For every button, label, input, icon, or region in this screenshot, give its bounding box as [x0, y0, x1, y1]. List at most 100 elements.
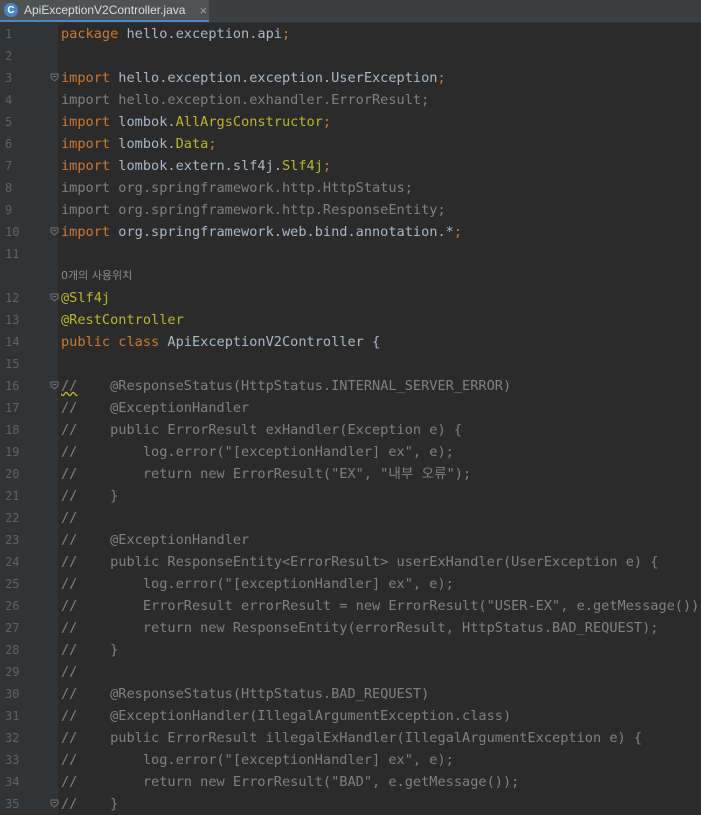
line-number: 5 — [5, 115, 13, 129]
code-line: 11 — [0, 243, 701, 265]
code-token: // return new ResponseEntity(errorResult… — [61, 620, 659, 636]
code-token: // @ExceptionHandler(IllegalArgumentExce… — [61, 708, 512, 724]
code-token: AllArgsConstructor — [175, 114, 323, 130]
code-line: 19 // log.error("[exceptionHandler] ex", … — [0, 441, 701, 463]
code-line: 24 // public ResponseEntity<ErrorResult> … — [0, 551, 701, 573]
code-line: 33 // log.error("[exceptionHandler] ex", … — [0, 749, 701, 771]
line-number: 26 — [5, 599, 20, 613]
code-token: ; — [208, 136, 217, 152]
code-line: 8 import org.springframework.http.HttpSta… — [0, 177, 701, 199]
code-token: lombok.extern.slf4j. — [110, 158, 282, 174]
line-code-text: // return new ErrorResult("EX", "내부 오류")… — [61, 463, 471, 485]
code-token: // log.error("[exceptionHandler] ex", e)… — [61, 576, 454, 592]
java-class-icon: C — [4, 3, 18, 17]
line-number: 8 — [5, 181, 13, 195]
code-line: 21 // } — [0, 485, 701, 507]
line-number: 20 — [5, 467, 20, 481]
line-code-text: import lombok.AllArgsConstructor; — [61, 111, 331, 133]
line-code-text: package hello.exception.api; — [61, 23, 290, 45]
code-line: 1 package hello.exception.api; — [0, 23, 701, 45]
code-line: 18 // public ErrorResult exHandler(Except… — [0, 419, 701, 441]
code-line: 7 import lombok.extern.slf4j.Slf4j; — [0, 155, 701, 177]
editor-tab[interactable]: C ApiExceptionV2Controller.java × — [0, 0, 209, 22]
code-token: import — [61, 114, 111, 130]
line-code-text: // return new ErrorResult("BAD", e.getMe… — [61, 771, 519, 793]
line-number: 21 — [5, 489, 20, 503]
line-code-text: import hello.exception.exhandler.ErrorRe… — [61, 89, 429, 111]
code-token: // return new ErrorResult("EX", "내부 오류")… — [61, 466, 472, 482]
code-token: // } — [61, 488, 119, 504]
code-token: public class — [61, 334, 160, 350]
line-code-text: public class ApiExceptionV2Controller { — [61, 331, 380, 353]
line-code-text: // @ExceptionHandler — [61, 397, 249, 419]
line-number: 6 — [5, 137, 13, 151]
code-line: 26 // ErrorResult errorResult = new Error… — [0, 595, 701, 617]
code-line: 10 import org.springframework.web.bind.an… — [0, 221, 701, 243]
line-number: 31 — [5, 709, 20, 723]
line-number: 18 — [5, 423, 20, 437]
close-icon[interactable]: × — [199, 3, 207, 18]
line-number: 25 — [5, 577, 20, 591]
code-token: @RestController — [61, 312, 184, 328]
line-number: 4 — [5, 93, 13, 107]
line-number: 9 — [5, 203, 13, 217]
line-number: 29 — [5, 665, 20, 679]
code-line: 23 // @ExceptionHandler — [0, 529, 701, 551]
line-number: 17 — [5, 401, 20, 415]
code-line: 35 // } — [0, 793, 701, 815]
line-number: 32 — [5, 731, 20, 745]
code-line: 17 // @ExceptionHandler — [0, 397, 701, 419]
line-number: 33 — [5, 753, 20, 767]
line-code-text: // } — [61, 793, 118, 815]
code-line: 32 // public ErrorResult illegalExHandler… — [0, 727, 701, 749]
fold-marker-icon[interactable] — [50, 799, 59, 808]
line-number: 23 — [5, 533, 20, 547]
code-line: 14 public class ApiExceptionV2Controller … — [0, 331, 701, 353]
code-token: // @ExceptionHandler — [61, 532, 250, 548]
fold-marker-icon[interactable] — [50, 73, 59, 82]
code-token: import — [61, 158, 111, 174]
code-editor[interactable]: 1 package hello.exception.api; 2 3 import he… — [0, 23, 701, 814]
code-token: import — [61, 70, 111, 86]
code-token: hello.exception.api — [118, 26, 282, 42]
code-token: // @ExceptionHandler — [61, 400, 250, 416]
code-token: import org.springframework.http.HttpStat… — [61, 180, 413, 196]
usage-inlay-hint[interactable]: 0개의 사용위치 — [0, 265, 701, 287]
line-code-text: import hello.exception.exception.UserExc… — [61, 67, 446, 89]
line-number: 10 — [5, 225, 20, 239]
code-token: @ResponseStatus(HttpStatus.INTERNAL_SERV… — [77, 378, 512, 394]
line-number: 27 — [5, 621, 20, 635]
code-area[interactable]: 1 package hello.exception.api; 2 3 import he… — [0, 23, 701, 815]
line-code-text: // return new ResponseEntity(errorResult… — [61, 617, 658, 639]
line-code-text: // — [61, 507, 77, 529]
code-token: // public ResponseEntity<ErrorResult> us… — [61, 554, 659, 570]
line-code-text: // ErrorResult errorResult = new ErrorRe… — [61, 595, 701, 617]
code-token: lombok. — [110, 136, 176, 152]
tab-file-name: ApiExceptionV2Controller.java — [24, 3, 186, 17]
line-number: 7 — [5, 159, 13, 173]
code-token: @Slf4j — [61, 290, 111, 306]
code-token: // — [61, 378, 78, 394]
line-number: 35 — [5, 797, 20, 811]
code-token: // public ErrorResult illegalExHandler(I… — [61, 730, 643, 746]
line-number: 24 — [5, 555, 20, 569]
code-line: 28 // } — [0, 639, 701, 661]
fold-marker-icon[interactable] — [50, 381, 59, 390]
code-token: ; — [281, 26, 291, 42]
code-token: // — [61, 510, 78, 526]
line-number: 13 — [5, 313, 20, 327]
line-code-text: // public ResponseEntity<ErrorResult> us… — [61, 551, 658, 573]
code-token: hello.exception.exception.UserException — [110, 70, 438, 86]
code-line: 6 import lombok.Data; — [0, 133, 701, 155]
line-code-text: // log.error("[exceptionHandler] ex", e)… — [61, 749, 454, 771]
code-token: // log.error("[exceptionHandler] ex", e)… — [61, 752, 454, 768]
code-token: // public ErrorResult exHandler(Exceptio… — [61, 422, 463, 438]
usage-count-hint[interactable]: 0개의 사용위치 — [61, 265, 132, 287]
fold-marker-icon[interactable] — [50, 227, 59, 236]
code-token: ; — [322, 114, 332, 130]
code-line: 9 import org.springframework.http.Respons… — [0, 199, 701, 221]
fold-marker-icon[interactable] — [50, 293, 59, 302]
line-code-text: // } — [61, 485, 118, 507]
line-code-text: // @ExceptionHandler — [61, 529, 249, 551]
code-token: // return new ErrorResult("BAD", e.getMe… — [61, 774, 520, 790]
